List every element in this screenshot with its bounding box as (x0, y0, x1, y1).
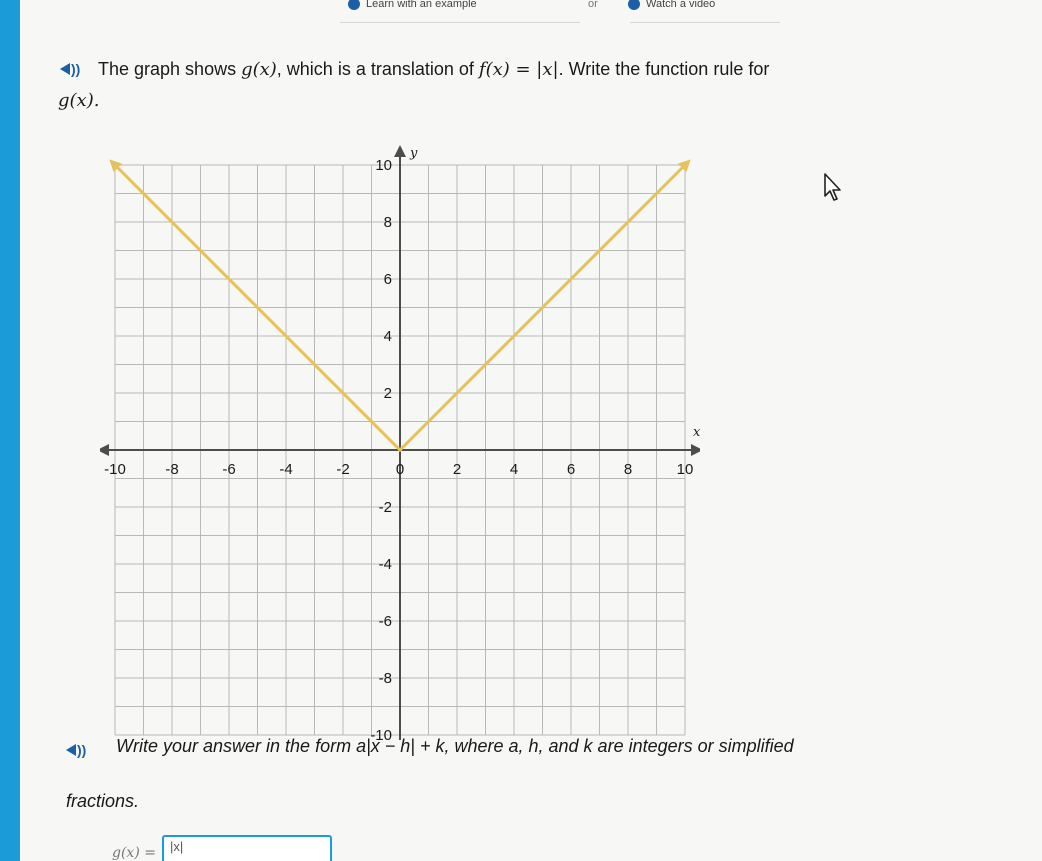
x-tick-label: 8 (624, 461, 632, 478)
coordinate-graph: -10 -8 -6 -4 -2 0 2 4 6 8 10108642-2-4-6-8-10xy (100, 145, 700, 740)
answer-prefix: g(x) = (112, 845, 156, 861)
answer-hint: |x| (169, 839, 184, 854)
y-tick-label: 8 (384, 214, 392, 231)
question-part: , which is a translation of (276, 59, 479, 79)
x-tick-label: -8 (165, 461, 178, 478)
x-tick-label: 2 (453, 461, 461, 478)
x-axis-name: x (693, 425, 700, 440)
or-separator: or (588, 0, 598, 10)
watch-video-link[interactable]: Watch a video (628, 0, 715, 10)
question-part: . Write the function rule for (558, 59, 770, 79)
top-toolbar: Learn with an example or Watch a video (340, 0, 780, 23)
play-icon (628, 0, 640, 10)
toolbar-divider (340, 22, 580, 23)
y-tick-label: 6 (384, 271, 392, 288)
question-part: The graph shows (98, 59, 242, 79)
x-tick-label: -4 (279, 461, 292, 478)
question-text: The graph shows g(x), which is a transla… (58, 54, 918, 111)
question-line2: g(x). (58, 90, 100, 111)
mouse-cursor-icon (824, 173, 841, 201)
x-tick-label: 6 (567, 461, 575, 478)
x-axis-arrow-right (691, 444, 700, 456)
y-tick-label: 2 (384, 385, 392, 402)
x-tick-label: -6 (222, 461, 235, 478)
y-tick-label: -4 (379, 556, 392, 573)
series-point (398, 448, 402, 452)
y-tick-label: -2 (379, 499, 392, 516)
toolbar-divider (630, 22, 780, 23)
y-tick-label: -6 (379, 613, 392, 630)
speaker-icon[interactable]: )) (60, 60, 82, 78)
x-tick-label: 10 (677, 461, 694, 478)
watch-label: Watch a video (646, 0, 716, 10)
speaker-icon[interactable]: )) (66, 741, 88, 759)
x-tick-label: -2 (336, 461, 349, 478)
x-tick-label: 0 (396, 461, 404, 478)
left-accent-bar (0, 0, 20, 861)
learn-with-example-link[interactable]: Learn with an example (348, 0, 477, 10)
instruction-line1: Write your answer in the form a|x − h| +… (116, 736, 794, 756)
g-of-x: g(x) (241, 59, 277, 80)
y-tick-label: 10 (375, 157, 392, 174)
x-tick-label: 4 (510, 461, 518, 478)
y-axis-arrow-up (394, 145, 406, 157)
x-tick-label: -10 (104, 461, 126, 478)
y-tick-label: 4 (384, 328, 392, 345)
learn-label: Learn with an example (366, 0, 477, 10)
or-label: or (588, 0, 598, 10)
answer-input[interactable]: |x| (161, 835, 332, 861)
instruction-line2: fractions. (66, 791, 140, 811)
lightbulb-icon (348, 0, 360, 10)
y-axis-name: y (409, 146, 418, 161)
f-rule: f(x) = |x| (478, 59, 559, 80)
x-axis-arrow-left (100, 444, 109, 456)
y-tick-label: -8 (379, 670, 392, 687)
answer-row: g(x) = |x| (112, 834, 332, 861)
